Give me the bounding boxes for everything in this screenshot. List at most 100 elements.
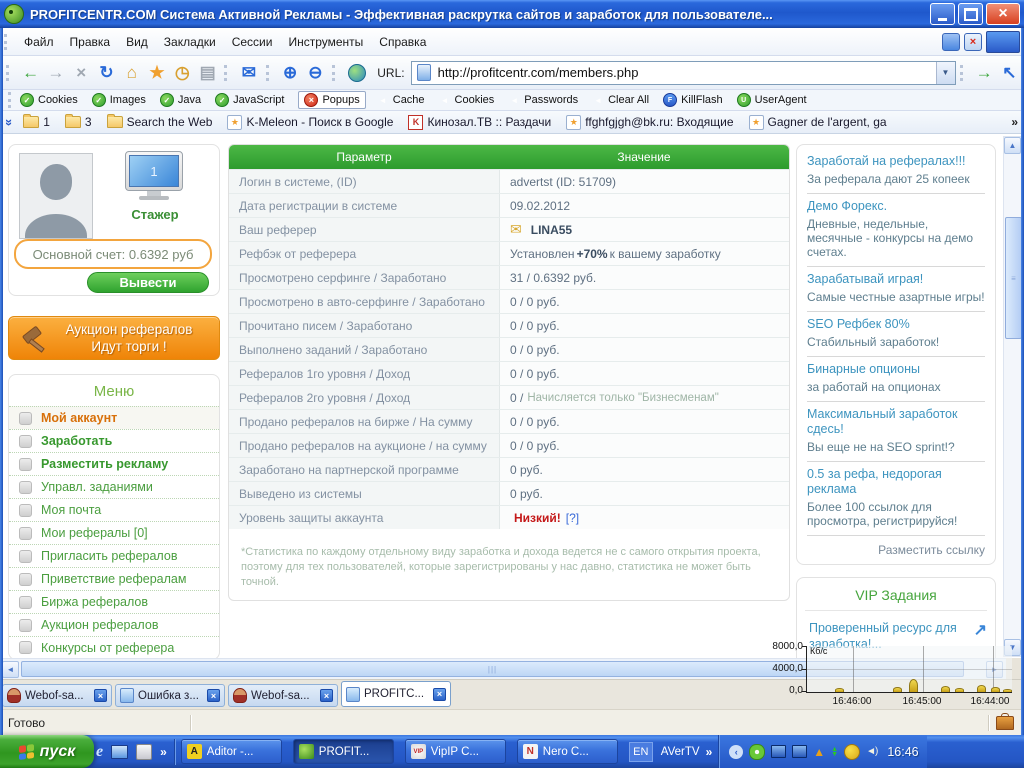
tab-close-icon[interactable]: ×: [94, 689, 107, 702]
tab-title[interactable]: Webof-sa...: [251, 690, 317, 702]
place-link-button[interactable]: Разместить ссылку: [807, 536, 985, 562]
browser-tab[interactable]: Webof-sa... ×: [228, 684, 338, 707]
privacy-toggle[interactable]: Cache: [377, 94, 425, 106]
sidebar-menu-item[interactable]: Аукцион рефералов: [9, 613, 219, 636]
close-button[interactable]: ×: [986, 3, 1020, 25]
updown-arrows-icon[interactable]: ▲ ▼: [831, 746, 838, 758]
print-icon[interactable]: ▤: [195, 60, 220, 86]
taskbar-task-button[interactable]: PROFIT...: [292, 739, 394, 764]
ad-item[interactable]: Бинарные опционы за работай на опционах: [807, 357, 985, 402]
sidebar-menu-item[interactable]: Пригласить рефералов: [9, 544, 219, 567]
menu-item[interactable]: Сессии: [224, 32, 281, 52]
window-close-small-icon[interactable]: ×: [964, 33, 982, 51]
sidebar-menu-item[interactable]: Мои рефералы [0]: [9, 521, 219, 544]
tab-title[interactable]: Ошибка з...: [138, 690, 204, 702]
privacy-toggle[interactable]: Java: [159, 93, 201, 107]
bookmark-item[interactable]: 1: [23, 114, 50, 129]
sidebar-menu-item[interactable]: Разместить рекламу: [9, 452, 219, 475]
menu-item[interactable]: Файл: [16, 32, 62, 52]
privacy-toggle[interactable]: KillFlash: [663, 93, 723, 107]
scroll-left-icon[interactable]: ◄: [2, 661, 19, 678]
tab-close-icon[interactable]: ×: [207, 689, 220, 702]
sidebar-menu-item[interactable]: Заработать: [9, 429, 219, 452]
ad-item[interactable]: 0.5 за рефа, недорогая реклама Более 100…: [807, 462, 985, 536]
taskbar-task-button[interactable]: Nero C...: [516, 739, 618, 764]
privacy-toggle[interactable]: Clear All: [592, 94, 649, 106]
toolbar-grip[interactable]: [265, 64, 272, 81]
menu-item[interactable]: Правка: [62, 32, 119, 52]
menu-item[interactable]: Закладки: [156, 32, 224, 52]
zoom-out-icon[interactable]: ⊖: [303, 60, 328, 86]
toolbar-grip[interactable]: [959, 64, 966, 81]
tab-title[interactable]: PROFITC...: [364, 688, 430, 700]
vertical-scroll-thumb[interactable]: ≡: [1005, 217, 1022, 339]
browser-tab[interactable]: Webof-sa... ×: [2, 684, 112, 707]
toolbar-grip[interactable]: [8, 92, 14, 108]
stop-icon[interactable]: ×: [69, 60, 94, 86]
privacy-toggle[interactable]: Cookies: [439, 94, 495, 106]
tab-close-icon[interactable]: ×: [433, 687, 446, 701]
privacy-toggle[interactable]: Images: [91, 93, 146, 107]
taskbar-overflow-chevron[interactable]: »: [706, 745, 713, 759]
language-indicator[interactable]: EN: [628, 741, 653, 762]
select-icon[interactable]: ↖: [997, 60, 1022, 86]
sidebar-menu-item[interactable]: Моя почта: [9, 498, 219, 521]
privacy-toggle[interactable]: JavaScript: [215, 93, 284, 107]
start-button[interactable]: пуск: [0, 735, 94, 768]
star-icon[interactable]: ★: [144, 60, 169, 86]
network-monitor-icon[interactable]: [771, 745, 787, 758]
privacy-toggle[interactable]: Passwords: [508, 94, 578, 106]
reload-icon[interactable]: ↻: [94, 60, 119, 86]
ad-item[interactable]: Демо Форекс. Дневные, недельные, месячны…: [807, 194, 985, 267]
help-link[interactable]: [?]: [566, 511, 579, 525]
chevron-down-icon[interactable]: »: [2, 118, 17, 125]
menu-item[interactable]: Справка: [371, 32, 434, 52]
security-briefcase-icon[interactable]: [996, 713, 1014, 730]
show-desktop-icon[interactable]: [111, 744, 129, 759]
round-app-icon[interactable]: [844, 743, 861, 760]
bookmark-item[interactable]: ffghfgjgh@bk.ru: Входящие: [566, 114, 734, 130]
internet-explorer-icon[interactable]: e: [96, 743, 103, 761]
minimize-button[interactable]: [930, 3, 955, 25]
tray-collapse-icon[interactable]: ‹: [729, 744, 744, 759]
ad-title[interactable]: SEO Рефбек 80%: [807, 317, 985, 332]
bookmark-item[interactable]: K-Meleon - Поиск в Google: [227, 114, 393, 130]
sidebar-menu-item[interactable]: Биржа рефералов: [9, 590, 219, 613]
bookmark-item[interactable]: Кинозал.ТВ :: Раздачи: [408, 114, 551, 130]
toolbar-grip[interactable]: [4, 33, 10, 50]
mail-icon[interactable]: ✉: [510, 221, 522, 238]
bookmark-item[interactable]: Search the Web: [106, 114, 212, 129]
bookmark-item[interactable]: Gagner de l'argent, ga: [748, 114, 887, 130]
toolbar-grip[interactable]: [6, 64, 12, 81]
ad-title[interactable]: 0.5 за рефа, недорогая реклама: [807, 467, 985, 497]
browser-tab[interactable]: PROFITC... ×: [341, 681, 451, 707]
icq-flower-icon[interactable]: [749, 743, 766, 760]
url-input[interactable]: [435, 64, 936, 81]
ad-item[interactable]: SEO Рефбек 80% Стабильный заработок!: [807, 312, 985, 357]
privacy-toggle[interactable]: Cookies: [20, 93, 78, 107]
ad-title[interactable]: Демо Форекс.: [807, 199, 985, 214]
privacy-toggle[interactable]: Popups: [298, 91, 366, 109]
toolbar-grip[interactable]: [224, 64, 230, 81]
ad-item[interactable]: Заработай на рефералах!!! За реферала да…: [807, 149, 985, 194]
bookmarks-overflow-chevron[interactable]: »: [1011, 115, 1018, 129]
taskbar-task-button[interactable]: VipIP C...: [404, 739, 506, 764]
scroll-up-icon[interactable]: ▲: [1004, 137, 1021, 154]
url-dropdown-button[interactable]: ▼: [935, 61, 955, 84]
maximize-button[interactable]: [958, 3, 983, 25]
menu-item[interactable]: Инструменты: [280, 32, 371, 52]
sidebar-menu-item[interactable]: Управл. заданиями: [9, 475, 219, 498]
ad-title[interactable]: Зарабатывай играя!: [807, 272, 985, 287]
browser-tab[interactable]: Ошибка з... ×: [115, 684, 225, 707]
media-app-icon[interactable]: [136, 743, 153, 760]
mail-icon[interactable]: ✉: [236, 60, 261, 86]
tab-title[interactable]: Webof-sa...: [25, 690, 91, 702]
ad-title[interactable]: Максимальный заработок сдесь!: [807, 407, 985, 437]
globe-icon[interactable]: [344, 60, 369, 86]
forward-icon[interactable]: →: [43, 60, 68, 86]
window-small-icon[interactable]: [942, 33, 960, 51]
sidebar-menu-item[interactable]: Конкурсы от реферера: [9, 636, 219, 658]
go-icon[interactable]: →: [971, 60, 996, 86]
privacy-toggle[interactable]: UserAgent: [736, 93, 807, 107]
home-icon[interactable]: ⌂: [119, 60, 144, 86]
